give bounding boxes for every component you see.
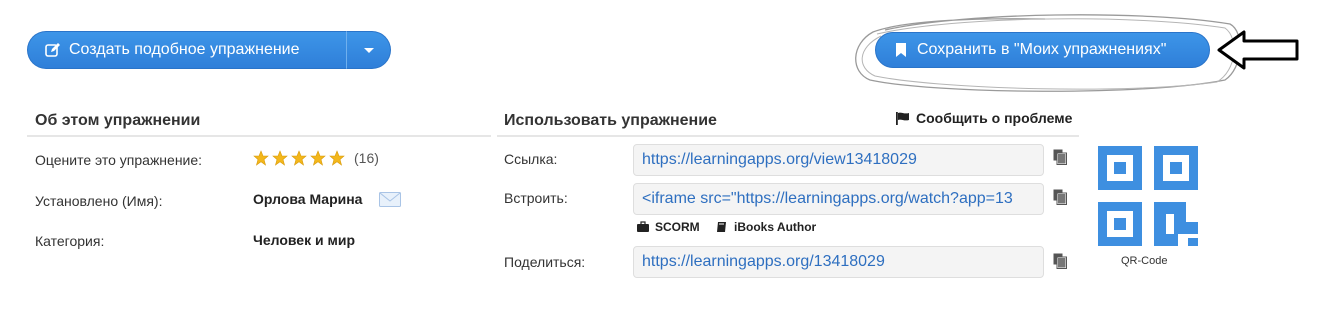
scorm-label: SCORM <box>655 220 700 234</box>
copy-icon[interactable] <box>1053 189 1067 205</box>
star-icon[interactable] <box>329 150 345 166</box>
scorm-link[interactable]: SCORM <box>637 220 700 234</box>
copy-icon[interactable] <box>1053 149 1067 165</box>
ibooks-author-label: iBooks Author <box>734 220 817 234</box>
use-section-title: Использовать упражнение <box>504 112 717 129</box>
star-icon[interactable] <box>310 150 326 166</box>
create-similar-dropdown-toggle[interactable] <box>347 31 391 69</box>
copy-icon[interactable] <box>1053 253 1067 269</box>
link-field[interactable]: https://learningapps.org/view13418029 <box>633 144 1044 176</box>
report-problem-label: Сообщить о проблеме <box>916 110 1073 126</box>
ibooks-author-link[interactable]: iBooks Author <box>716 220 816 234</box>
embed-field[interactable]: <iframe src="https://learningapps.org/wa… <box>633 183 1044 215</box>
create-similar-split-button: Создать подобное упражнение <box>27 31 391 69</box>
rating-stars[interactable]: (16) <box>253 150 379 166</box>
star-icon[interactable] <box>291 150 307 166</box>
bookmark-icon <box>895 43 907 57</box>
embed-label: Встроить: <box>504 190 568 206</box>
chevron-down-icon <box>363 47 374 53</box>
rating-count: (16) <box>354 150 379 166</box>
report-problem-link[interactable]: Сообщить о проблеме <box>896 110 1072 126</box>
qr-code-label: QR-Code <box>1121 255 1168 267</box>
author-label: Установлено (Имя): <box>35 193 163 209</box>
category-label: Категория: <box>35 233 105 249</box>
create-similar-label: Создать подобное упражнение <box>69 41 300 58</box>
save-to-my-exercises-button[interactable]: Сохранить в "Моих упражнениях" <box>875 32 1210 68</box>
flag-icon <box>896 111 909 125</box>
book-icon <box>717 222 726 232</box>
about-divider <box>27 135 491 137</box>
edit-icon <box>45 42 61 58</box>
arrow-left-icon <box>1217 30 1299 70</box>
link-label: Ссылка: <box>504 151 558 167</box>
create-similar-button[interactable]: Создать подобное упражнение <box>27 31 347 69</box>
mail-icon[interactable] <box>379 192 401 207</box>
author-name: Орлова Марина <box>253 191 363 207</box>
star-icon[interactable] <box>272 150 288 166</box>
save-label: Сохранить в "Моих упражнениях" <box>917 41 1167 58</box>
briefcase-icon <box>637 221 649 232</box>
category-value: Человек и мир <box>253 232 355 248</box>
use-divider <box>497 135 1079 137</box>
about-section-title: Об этом упражнении <box>35 112 201 129</box>
rate-label: Оцените это упражнение: <box>35 152 203 168</box>
share-field[interactable]: https://learningapps.org/13418029 <box>633 246 1044 278</box>
qr-code-icon[interactable] <box>1098 146 1198 246</box>
share-label: Поделиться: <box>504 254 586 270</box>
star-icon[interactable] <box>253 150 269 166</box>
